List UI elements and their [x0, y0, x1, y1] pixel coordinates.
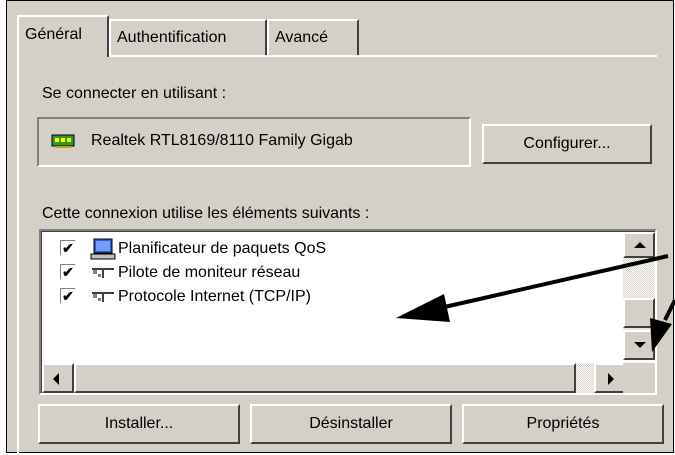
arrow-to-tcpip [439, 254, 669, 310]
arrowhead-tcpip [396, 294, 450, 322]
tab-general[interactable]: Général [17, 15, 109, 57]
arrow-to-scrollbar [663, 299, 675, 321]
arrowhead-scrollbar [650, 318, 672, 352]
annotation-arrows [396, 254, 675, 352]
tab-general-label: Général [25, 26, 82, 43]
